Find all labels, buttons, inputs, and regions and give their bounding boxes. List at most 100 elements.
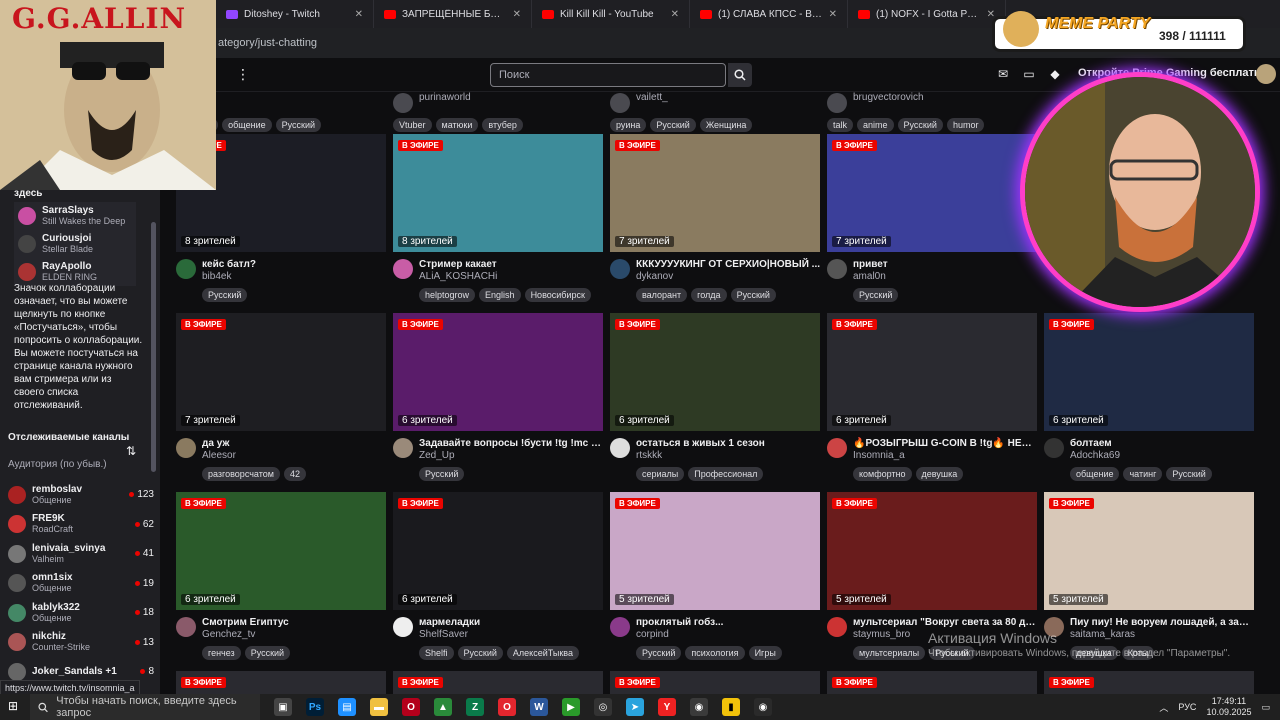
channel-avatar[interactable] — [827, 438, 847, 458]
tag-chip[interactable]: генчез — [202, 646, 241, 660]
channel-avatar[interactable] — [393, 438, 413, 458]
channel-avatar[interactable] — [827, 617, 847, 637]
channel-name[interactable]: rtskkk — [636, 450, 820, 462]
opera-gx-icon[interactable]: O — [498, 698, 516, 716]
stream-title[interactable]: Пиу пиу! Не воруем лошадей, а заим... — [1070, 616, 1254, 629]
stream-title[interactable]: Смотрим Египтус — [202, 616, 386, 629]
more-menu-icon[interactable]: ⋮ — [236, 66, 250, 83]
stream-card[interactable]: В ЭФИРЕ 6 зрителей болтаем Adochka69 общение… — [1044, 313, 1254, 481]
app-icon-yellow[interactable]: ▮ — [722, 698, 740, 716]
stream-card[interactable]: В ЭФИРЕ 6 зрителей 🔥РОЗЫГРЫШ G-COIN В !tg🔥… — [827, 313, 1037, 481]
taskbar-search[interactable]: Чтобы начать поиск, введите здесь запрос — [30, 694, 260, 720]
stream-card[interactable]: В ЭФИРЕ 6 зрителей Задавайте вопросы !буст… — [393, 313, 603, 481]
clock[interactable]: 17:49:11 10.09.2025 — [1206, 696, 1251, 718]
channel-avatar[interactable] — [393, 617, 413, 637]
mail-icon[interactable]: ▤ — [338, 698, 356, 716]
followed-channel[interactable]: kablyk322 Общение 18 — [8, 598, 154, 628]
stream-thumbnail[interactable]: В ЭФИРЕ 5 зрителей — [827, 492, 1037, 610]
tag-chip[interactable]: Русский — [457, 646, 503, 660]
task-view-icon[interactable]: ▣ — [274, 698, 292, 716]
channel-name[interactable]: Zed_Up — [419, 450, 603, 462]
stream-title[interactable]: КККУУУУКИНГ ОТ СЕРХИО|НОВЫЙ ... — [636, 258, 820, 271]
stream-thumbnail[interactable]: В ЭФИРЕ 6 зрителей — [393, 492, 603, 610]
channel-name[interactable]: Adochka69 — [1070, 450, 1254, 462]
followed-channel[interactable]: omn1six Общение 19 — [8, 569, 154, 599]
tag-chip[interactable]: Женщина — [699, 118, 753, 132]
opera-icon[interactable]: O — [402, 698, 420, 716]
stream-title[interactable]: кейс батл? — [202, 258, 386, 271]
tag-chip[interactable]: разговорсчатом — [202, 467, 280, 481]
stream-title[interactable]: остаться в живых 1 сезон — [636, 437, 820, 450]
tray-chevron-icon[interactable]: ︿ — [1159, 701, 1168, 714]
tag-chip[interactable]: Русский — [1166, 467, 1212, 481]
channel-name[interactable]: ShelfSaver — [419, 629, 603, 641]
tag-chip[interactable]: Русский — [897, 118, 943, 132]
yandex-icon[interactable]: Y — [658, 698, 676, 716]
notifications-icon[interactable]: ▭ — [1261, 702, 1270, 713]
followed-channel[interactable]: nikchiz Counter-Strike 13 — [8, 628, 154, 658]
tag-chip[interactable]: мультсериалы — [853, 646, 926, 660]
stream-card[interactable]: В ЭФИРЕ 8 зрителей Стример какает ALiA_KOSH… — [393, 134, 603, 302]
stream-card[interactable]: В ЭФИРЕ 7 зрителей да уж Aleesor разговорсча… — [176, 313, 386, 481]
tag-chip[interactable]: Русский — [419, 467, 465, 481]
stream-thumbnail[interactable]: В ЭФИРЕ 6 зрителей — [1044, 313, 1254, 431]
tag-chip[interactable]: комфортно — [853, 467, 912, 481]
browser-tab[interactable]: Kill Kill Kill - YouTube ✕ — [532, 0, 690, 28]
stream-card[interactable]: В ЭФИРЕ 6 зрителей Смотрим Египтус Genchez_… — [176, 492, 386, 660]
tag-chip[interactable]: humor — [946, 118, 985, 132]
stream-thumbnail[interactable]: В ЭФИРЕ 6 зрителей — [176, 492, 386, 610]
channel-avatar[interactable] — [1044, 438, 1064, 458]
tag-chip[interactable]: Русский — [650, 118, 696, 132]
file-explorer-icon[interactable]: ▬ — [370, 698, 388, 716]
tag-chip[interactable]: Русский — [730, 288, 776, 302]
channel-avatar[interactable] — [610, 438, 630, 458]
channel-avatar[interactable] — [610, 617, 630, 637]
stream-card[interactable]: В ЭФИРЕ 7 зрителей привет amal0n Русский — [827, 134, 1037, 302]
windows-start-icon[interactable]: ⊞ — [8, 699, 18, 713]
tag-chip[interactable]: Русский — [636, 646, 682, 660]
app-icon-play[interactable]: ▶ — [562, 698, 580, 716]
channel-name[interactable]: amal0n — [853, 271, 1037, 283]
browser-tab[interactable]: ЗАПРЕЩЁННЫЕ БАРАБАНЩИКИ ✕ — [374, 0, 532, 28]
tag-chip[interactable]: Vtuber — [393, 118, 432, 132]
stream-title[interactable]: да уж — [202, 437, 386, 450]
tag-chip[interactable]: Русский — [244, 646, 291, 660]
channel-name[interactable]: Insomnia_a — [853, 450, 1037, 462]
app-icon-teal[interactable]: Z — [466, 698, 484, 716]
browser-tab[interactable]: Ditoshey - Twitch ✕ — [216, 0, 374, 28]
stream-card-partial[interactable]: brugvectorovich talk anime Русский humor — [827, 92, 1037, 132]
close-tab-icon[interactable]: ✕ — [829, 9, 837, 20]
stream-title[interactable]: Стример какает — [419, 258, 603, 271]
channel-name[interactable]: Aleesor — [202, 450, 386, 462]
channel-name[interactable]: dykanov — [636, 271, 820, 283]
tag-chip[interactable]: матюки — [435, 118, 479, 132]
stream-title[interactable]: мармеладки — [419, 616, 603, 629]
channel-avatar[interactable] — [176, 259, 196, 279]
search-button[interactable] — [728, 63, 752, 87]
tag-chip[interactable]: сериалы — [636, 467, 685, 481]
followed-channel[interactable]: FRE9K RoadCraft 62 — [8, 510, 154, 540]
app-icon-green[interactable]: ▲ — [434, 698, 452, 716]
tag-chip[interactable]: 42 — [283, 467, 306, 481]
tag-chip[interactable]: Русский — [275, 118, 322, 132]
bits-icon[interactable]: ◆ — [1048, 67, 1062, 81]
tag-chip[interactable]: голда — [691, 288, 727, 302]
tag-chip[interactable]: девушка — [915, 467, 964, 481]
search-input[interactable] — [490, 63, 726, 87]
stream-thumbnail[interactable]: В ЭФИРЕ 6 зрителей — [610, 313, 820, 431]
keyboard-language[interactable]: РУС — [1178, 702, 1196, 712]
stream-card-partial[interactable]: purinaworld Vtuber матюки втубер — [393, 92, 603, 132]
telegram-icon[interactable]: ➤ — [626, 698, 644, 716]
collab-channel[interactable]: Curiousjoi Stellar Blade — [14, 230, 136, 258]
tag-chip[interactable]: Русский — [202, 288, 248, 302]
stream-card[interactable]: В ЭФИРЕ 6 зрителей остаться в живых 1 сезо… — [610, 313, 820, 481]
stream-thumbnail[interactable]: В ЭФИРЕ 5 зрителей — [1044, 492, 1254, 610]
stream-thumbnail[interactable]: В ЭФИРЕ 7 зрителей — [610, 134, 820, 252]
stream-card[interactable]: В ЭФИРЕ 6 зрителей мармеладки ShelfSaver She… — [393, 492, 603, 660]
sort-icon[interactable]: ⇅ — [126, 444, 136, 458]
tag-chip[interactable]: Новосибирск — [524, 288, 591, 302]
tag-chip[interactable]: Shelfi — [419, 646, 454, 660]
photoshop-icon[interactable]: Ps — [306, 698, 324, 716]
close-tab-icon[interactable]: ✕ — [671, 9, 679, 20]
tag-chip[interactable]: втубер — [482, 118, 523, 132]
